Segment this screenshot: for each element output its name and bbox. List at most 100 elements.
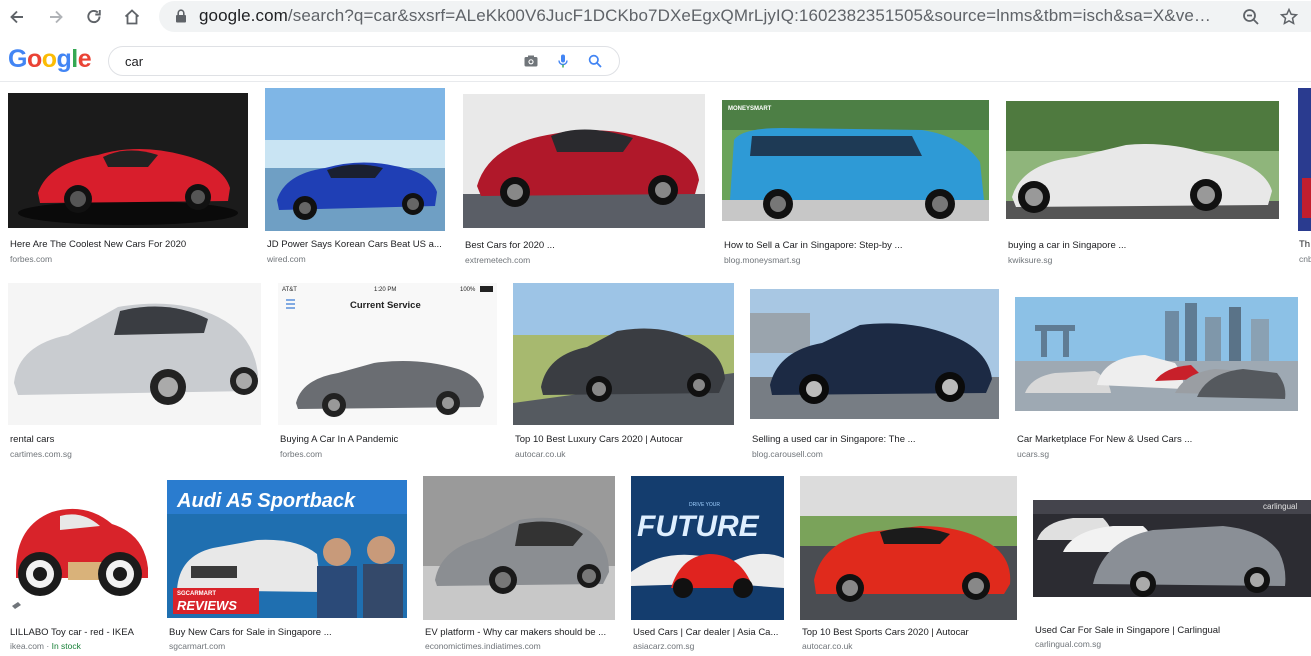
image-result[interactable]: Top 10 Best Sports Cars 2020 | Autocar a…: [800, 476, 1017, 652]
result-source[interactable]: forbes.com: [280, 448, 322, 460]
result-title[interactable]: rental cars: [10, 433, 261, 446]
url-domain: google.com: [199, 6, 288, 25]
url-path: /search?q=car&sxsrf=ALeKk00V6JucF1DCKbo7…: [287, 6, 1219, 25]
result-source[interactable]: kwiksure.sg: [1008, 254, 1052, 266]
forward-icon[interactable]: [43, 4, 69, 30]
result-source[interactable]: sgcarmart.com: [169, 640, 225, 652]
image-result[interactable]: AT&T 1:20 PM 100% Current Service Buying A …: [278, 283, 497, 460]
search-input[interactable]: [125, 51, 505, 71]
result-thumbnail[interactable]: [1298, 88, 1311, 231]
result-thumbnail[interactable]: [463, 94, 705, 228]
image-result[interactable]: Car Marketplace For New & Used Cars ... …: [1015, 297, 1298, 460]
result-title[interactable]: Th: [1299, 238, 1311, 251]
result-title[interactable]: JD Power Says Korean Cars Beat US a...: [267, 238, 445, 251]
result-thumbnail[interactable]: Audi A5 Sportback SGCARMART REVIEWS: [167, 480, 407, 618]
image-result[interactable]: Top 10 Best Luxury Cars 2020 | Autocar a…: [513, 283, 734, 460]
reload-icon[interactable]: [81, 4, 107, 30]
url-text[interactable]: google.com/search?q=car&sxsrf=ALeKk00V6J…: [199, 5, 1219, 27]
image-result[interactable]: Selling a used car in Singapore: The ...…: [750, 289, 999, 460]
result-thumbnail[interactable]: [1015, 297, 1298, 411]
google-logo[interactable]: Google: [8, 45, 92, 73]
result-thumbnail[interactable]: [8, 478, 151, 619]
result-title[interactable]: Car Marketplace For New & Used Cars ...: [1017, 433, 1298, 446]
result-source[interactable]: extremetech.com: [465, 254, 530, 266]
audi-title-overlay: Audi A5 Sportback: [176, 490, 356, 512]
result-thumbnail[interactable]: [1006, 101, 1279, 219]
moneysmart-watermark: MONEYSMART: [728, 106, 772, 112]
result-thumbnail[interactable]: [265, 88, 445, 231]
result-title[interactable]: LILLABO Toy car - red - IKEA: [10, 626, 151, 639]
address-bar[interactable]: google.com/search?q=car&sxsrf=ALeKk00V6J…: [159, 1, 1311, 32]
image-result[interactable]: rental cars cartimes.com.sg: [8, 283, 261, 460]
result-title[interactable]: Top 10 Best Sports Cars 2020 | Autocar: [802, 626, 1017, 639]
result-title[interactable]: Buy New Cars for Sale in Singapore ...: [169, 626, 407, 639]
image-result[interactable]: EV platform - Why car makers should be .…: [423, 476, 615, 652]
result-source[interactable]: carlingual.com.sg: [1035, 638, 1101, 650]
logo-letter: o: [26, 45, 42, 73]
result-source[interactable]: blog.moneysmart.sg: [724, 254, 801, 266]
phone-status-carrier: AT&T: [282, 287, 297, 293]
star-icon[interactable]: [1279, 7, 1299, 27]
image-result[interactable]: Th cnb: [1298, 88, 1311, 265]
image-result[interactable]: Audi A5 Sportback SGCARMART REVIEWS Buy Ne…: [167, 480, 407, 652]
image-result[interactable]: buying a car in Singapore ... kwiksure.s…: [1006, 101, 1279, 266]
result-thumbnail[interactable]: [8, 93, 248, 228]
phone-screen-title: Current Service: [350, 300, 421, 311]
search-box[interactable]: [108, 46, 620, 76]
stock-status: In stock: [51, 641, 81, 651]
result-title[interactable]: Selling a used car in Singapore: The ...: [752, 433, 999, 446]
result-title[interactable]: Used Car For Sale in Singapore | Carling…: [1035, 624, 1311, 637]
result-thumbnail[interactable]: [513, 283, 734, 425]
result-title[interactable]: buying a car in Singapore ...: [1008, 239, 1279, 252]
result-thumbnail[interactable]: [750, 289, 999, 419]
logo-letter: o: [41, 45, 57, 73]
result-title[interactable]: Used Cars | Car dealer | Asia Ca...: [633, 626, 784, 639]
result-source[interactable]: autocar.co.uk: [515, 448, 566, 460]
result-source[interactable]: ucars.sg: [1017, 448, 1049, 460]
camera-icon[interactable]: [523, 53, 539, 69]
home-icon[interactable]: [119, 4, 145, 30]
image-result[interactable]: LILLABO Toy car - red - IKEA ikea.com · …: [8, 478, 151, 652]
future-title: FUTURE: [637, 510, 760, 543]
google-header: Google: [0, 33, 1311, 82]
result-source[interactable]: autocar.co.uk: [802, 640, 853, 652]
microphone-icon[interactable]: [555, 53, 571, 69]
logo-letter: g: [56, 45, 72, 73]
result-title[interactable]: Here Are The Coolest New Cars For 2020: [10, 238, 248, 251]
image-result[interactable]: carlingual Used Car For Sale in Singapor…: [1033, 500, 1311, 652]
result-thumbnail[interactable]: DRIVE YOUR FUTURE: [631, 476, 784, 620]
result-title[interactable]: EV platform - Why car makers should be .…: [425, 626, 615, 639]
result-source[interactable]: forbes.com: [10, 253, 52, 265]
result-thumbnail[interactable]: [800, 476, 1017, 620]
logo-letter: e: [77, 45, 92, 73]
result-title[interactable]: Best Cars for 2020 ...: [465, 239, 705, 252]
result-thumbnail[interactable]: AT&T 1:20 PM 100% Current Service: [278, 283, 497, 425]
result-title[interactable]: How to Sell a Car in Singapore: Step-by …: [724, 239, 989, 252]
search-icon[interactable]: [587, 53, 603, 69]
result-title[interactable]: Top 10 Best Luxury Cars 2020 | Autocar: [515, 433, 734, 446]
image-result[interactable]: MONEYSMART How to Sell a Car in Singapor…: [722, 100, 989, 266]
result-source[interactable]: ikea.com · In stock: [10, 640, 81, 652]
zoom-icon[interactable]: [1241, 7, 1261, 27]
result-source[interactable]: economictimes.indiatimes.com: [425, 640, 541, 652]
result-source[interactable]: cnb: [1299, 253, 1311, 265]
phone-status-time: 1:20 PM: [374, 287, 396, 293]
result-source[interactable]: cartimes.com.sg: [10, 448, 72, 460]
result-thumbnail[interactable]: [8, 283, 261, 425]
result-title[interactable]: Buying A Car In A Pandemic: [280, 433, 497, 446]
result-source[interactable]: asiacarz.com.sg: [633, 640, 694, 652]
result-thumbnail[interactable]: [423, 476, 615, 620]
image-result[interactable]: Best Cars for 2020 ... extremetech.com: [463, 94, 705, 266]
image-result[interactable]: JD Power Says Korean Cars Beat US a... w…: [265, 88, 445, 265]
result-source[interactable]: blog.carousell.com: [752, 448, 823, 460]
image-result[interactable]: Here Are The Coolest New Cars For 2020 f…: [8, 93, 248, 265]
result-thumbnail[interactable]: carlingual: [1033, 500, 1311, 597]
back-icon[interactable]: [4, 4, 30, 30]
image-result[interactable]: DRIVE YOUR FUTURE Used Cars | Car dealer …: [631, 476, 784, 652]
result-thumbnail[interactable]: MONEYSMART: [722, 100, 989, 221]
lock-icon[interactable]: [173, 8, 189, 24]
result-source-domain: ikea.com: [10, 641, 45, 651]
phone-status-battery: 100%: [460, 287, 476, 293]
result-source[interactable]: wired.com: [267, 253, 306, 265]
reviews-tag: REVIEWS: [177, 598, 237, 613]
